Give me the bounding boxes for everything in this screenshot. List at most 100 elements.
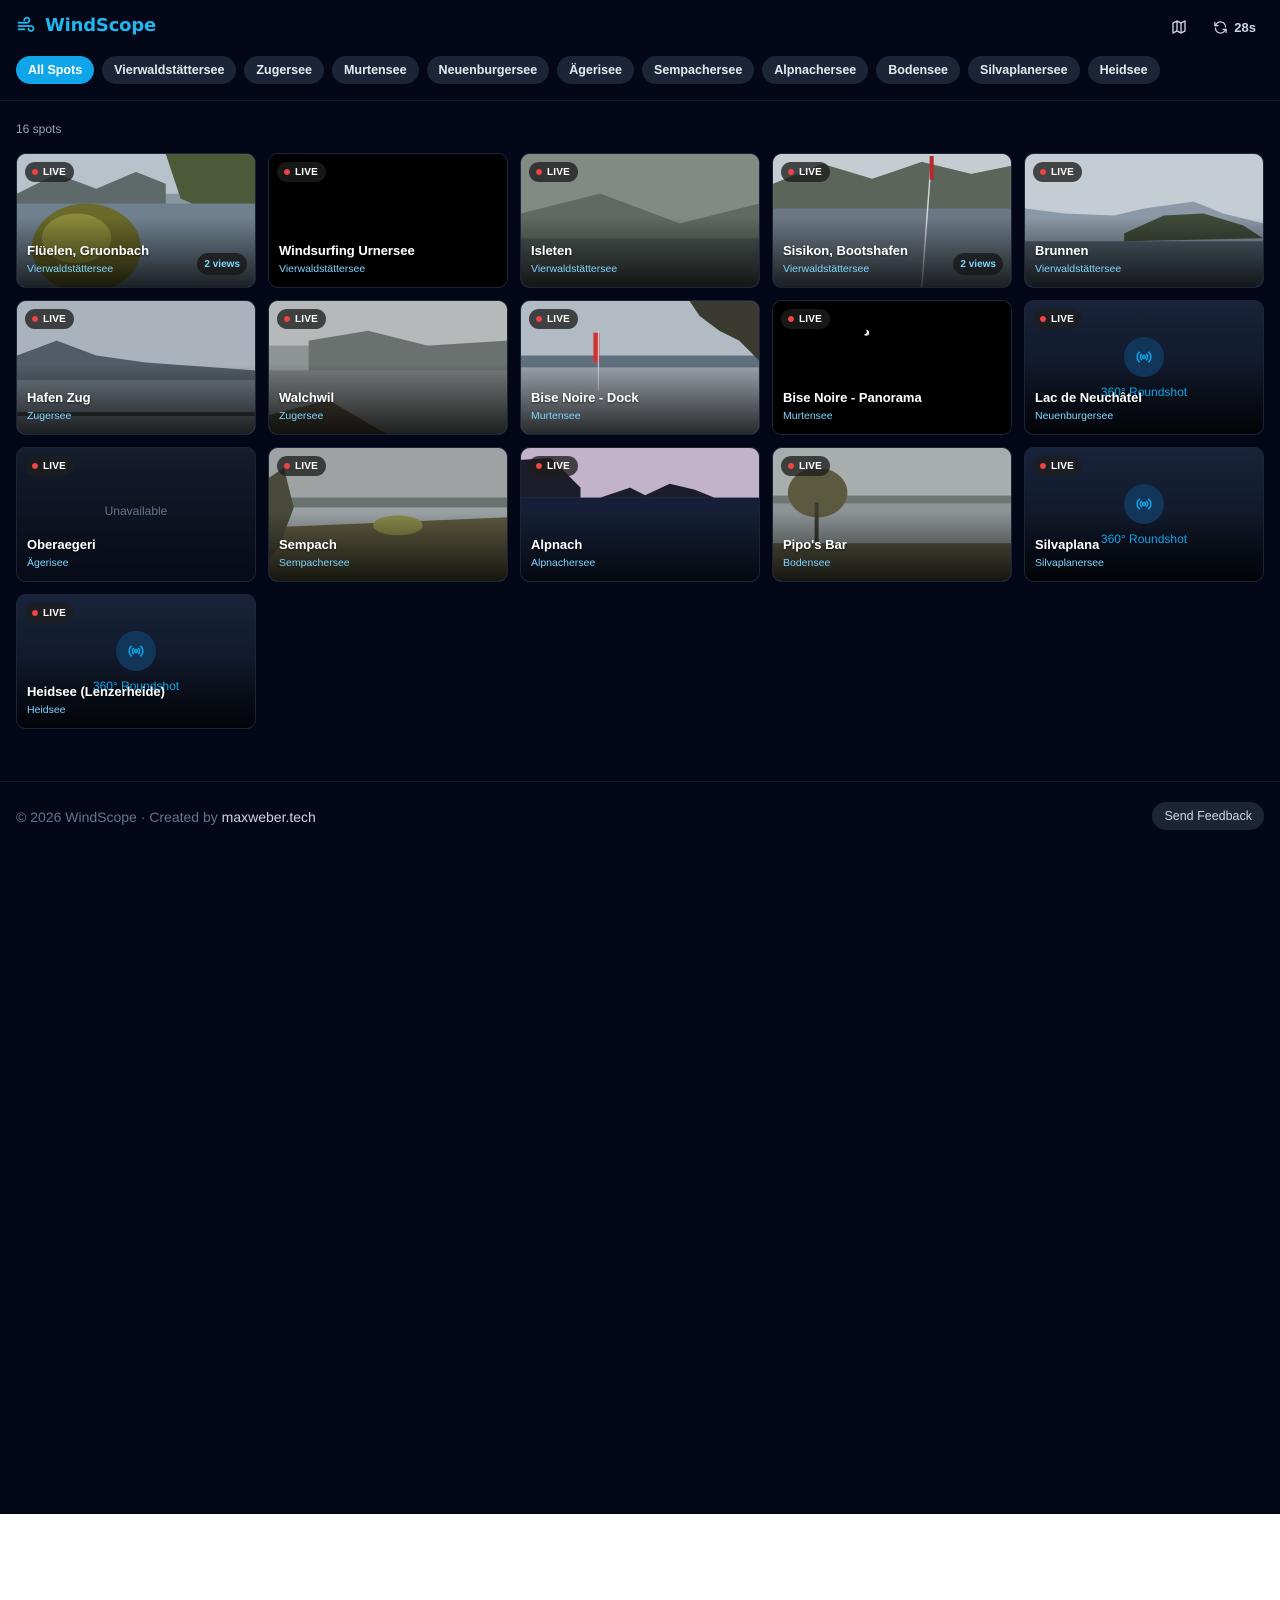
live-dot-icon	[536, 316, 542, 322]
spot-lake: Vierwaldstättersee	[27, 263, 114, 275]
spot-lake: Silvaplanersee	[1035, 557, 1104, 569]
spot-lake: Murtensee	[531, 410, 581, 422]
live-dot-icon	[284, 316, 290, 322]
spot-card[interactable]: LIVE Bise Noire - Panorama Murtensee	[772, 300, 1012, 435]
live-badge: LIVE	[1033, 162, 1083, 182]
filter-chip-vierwaldstaettersee[interactable]: Vierwaldstättersee	[102, 56, 237, 84]
filter-chip-neuenburgersee[interactable]: Neuenburgersee	[426, 56, 550, 84]
spot-lake: Alpnachersee	[531, 557, 596, 569]
live-dot-icon	[32, 316, 38, 322]
live-dot-icon	[536, 169, 542, 175]
spot-card[interactable]: LIVE Flüelen, Gruonbach Vierwaldstätters…	[16, 153, 256, 288]
live-dot-icon	[536, 463, 542, 469]
send-feedback-button[interactable]: Send Feedback	[1152, 802, 1264, 830]
spot-card[interactable]: LIVE Pipo's Bar Bodensee	[772, 447, 1012, 582]
live-badge: LIVE	[781, 456, 831, 476]
app-root: WindScope 28s All Spots Vierwaldstätters…	[0, 0, 1280, 1514]
author-link[interactable]: maxweber.tech	[222, 809, 316, 825]
spot-card[interactable]: LIVE Unavailable Oberaegeri Ägerisee	[16, 447, 256, 582]
spot-lake: Vierwaldstättersee	[531, 263, 618, 275]
spot-name: Windsurfing Urnersee	[279, 243, 415, 258]
live-badge: LIVE	[781, 309, 831, 329]
filter-chip-sempachersee[interactable]: Sempachersee	[642, 56, 755, 84]
roundshot-badge	[116, 631, 156, 671]
broadcast-icon	[1136, 351, 1152, 363]
spot-name: Heidsee (Lenzerheide)	[27, 684, 165, 699]
live-dot-icon	[1040, 463, 1046, 469]
filter-chip-murtensee[interactable]: Murtensee	[332, 56, 419, 84]
spot-card[interactable]: LIVE 360° Roundshot Heidsee (Lenzerheide…	[16, 594, 256, 729]
spot-card[interactable]: LIVE Bise Noire - Dock Murtensee	[520, 300, 760, 435]
logo[interactable]: WindScope	[16, 15, 156, 36]
refresh-icon	[1214, 20, 1228, 34]
live-badge: LIVE	[1033, 309, 1083, 329]
map-icon	[1172, 20, 1186, 34]
live-dot-icon	[788, 463, 794, 469]
spot-card[interactable]: LIVE Sisikon, Bootshafen Vierwaldstätter…	[772, 153, 1012, 288]
filter-chip-heidsee[interactable]: Heidsee	[1087, 56, 1160, 84]
live-badge: LIVE	[25, 603, 75, 623]
map-button[interactable]	[1169, 17, 1189, 37]
live-dot-icon	[788, 169, 794, 175]
spot-card[interactable]: LIVE Hafen Zug Zugersee	[16, 300, 256, 435]
refresh-button[interactable]: 28s	[1213, 20, 1256, 35]
live-dot-icon	[32, 610, 38, 616]
footer-divider	[0, 781, 1280, 782]
spot-name: Walchwil	[279, 390, 335, 405]
spot-card[interactable]: LIVE Brunnen Vierwaldstättersee	[1024, 153, 1264, 288]
live-badge: LIVE	[277, 309, 327, 329]
live-dot-icon	[788, 316, 794, 322]
views-badge: 2 views	[953, 253, 1003, 275]
spot-lake: Vierwaldstättersee	[279, 263, 366, 275]
live-badge: LIVE	[25, 162, 75, 182]
filter-chip-zugersee[interactable]: Zugersee	[244, 56, 325, 84]
app-title: WindScope	[45, 15, 157, 36]
filter-chip-silvaplanersee[interactable]: Silvaplanersee	[968, 56, 1080, 84]
spot-name: Oberaegeri	[27, 537, 96, 552]
spot-grid: LIVE Flüelen, Gruonbach Vierwaldstätters…	[16, 153, 1264, 729]
spot-card[interactable]: LIVE Isleten Vierwaldstättersee	[520, 153, 760, 288]
live-badge: LIVE	[781, 162, 831, 182]
spot-card[interactable]: LIVE 360° Roundshot Lac de Neuchâtel Neu…	[1024, 300, 1264, 435]
spot-lake: Heidsee	[27, 704, 66, 716]
filter-chip-alpnachersee[interactable]: Alpnachersee	[762, 56, 869, 84]
spot-name: Pipo's Bar	[783, 537, 847, 552]
spot-lake: Zugersee	[27, 410, 72, 422]
spot-lake: Sempachersee	[279, 557, 350, 569]
header: WindScope 28s All Spots Vierwaldstätters…	[0, 0, 1280, 101]
live-badge: LIVE	[25, 309, 75, 329]
spot-name: Sempach	[279, 537, 337, 552]
spot-card[interactable]: LIVE 360° Roundshot Silvaplana Silvaplan…	[1024, 447, 1264, 582]
spot-name: Hafen Zug	[27, 390, 91, 405]
spot-card[interactable]: LIVE Walchwil Zugersee	[268, 300, 508, 435]
spot-name: Flüelen, Gruonbach	[27, 243, 150, 258]
filter-chip-all[interactable]: All Spots	[16, 56, 95, 84]
refresh-countdown: 28s	[1234, 19, 1256, 35]
live-dot-icon	[1040, 169, 1046, 175]
live-badge: LIVE	[529, 309, 579, 329]
copyright-text: © 2026 WindScope · Created by	[16, 809, 218, 825]
broadcast-icon	[1136, 498, 1152, 510]
spot-card[interactable]: LIVE Alpnach Alpnachersee	[520, 447, 760, 582]
spot-name: Brunnen	[1035, 243, 1089, 258]
copyright: © 2026 WindScope · Created by maxweber.t…	[16, 809, 316, 825]
live-dot-icon	[32, 463, 38, 469]
spot-name: Bise Noire - Panorama	[783, 390, 922, 405]
roundshot-badge	[1124, 337, 1164, 377]
spot-name: Lac de Neuchâtel	[1035, 390, 1142, 405]
live-badge: LIVE	[277, 456, 327, 476]
broadcast-icon	[128, 645, 144, 657]
spot-card[interactable]: LIVE Windsurfing Urnersee Vierwaldstätte…	[268, 153, 508, 288]
spot-name: Silvaplana	[1035, 537, 1100, 552]
unavailable-label: Unavailable	[104, 504, 168, 518]
live-badge: LIVE	[25, 456, 75, 476]
spot-lake: Vierwaldstättersee	[783, 263, 870, 275]
live-dot-icon	[1040, 316, 1046, 322]
filter-chip-bodensee[interactable]: Bodensee	[876, 56, 961, 84]
roundshot-badge	[1124, 484, 1164, 524]
live-badge: LIVE	[277, 162, 327, 182]
spot-card[interactable]: LIVE Sempach Sempachersee	[268, 447, 508, 582]
filter-chip-aegerisee[interactable]: Ägerisee	[557, 56, 635, 84]
spot-lake: Vierwaldstättersee	[1035, 263, 1122, 275]
spot-name: Isleten	[531, 243, 573, 258]
